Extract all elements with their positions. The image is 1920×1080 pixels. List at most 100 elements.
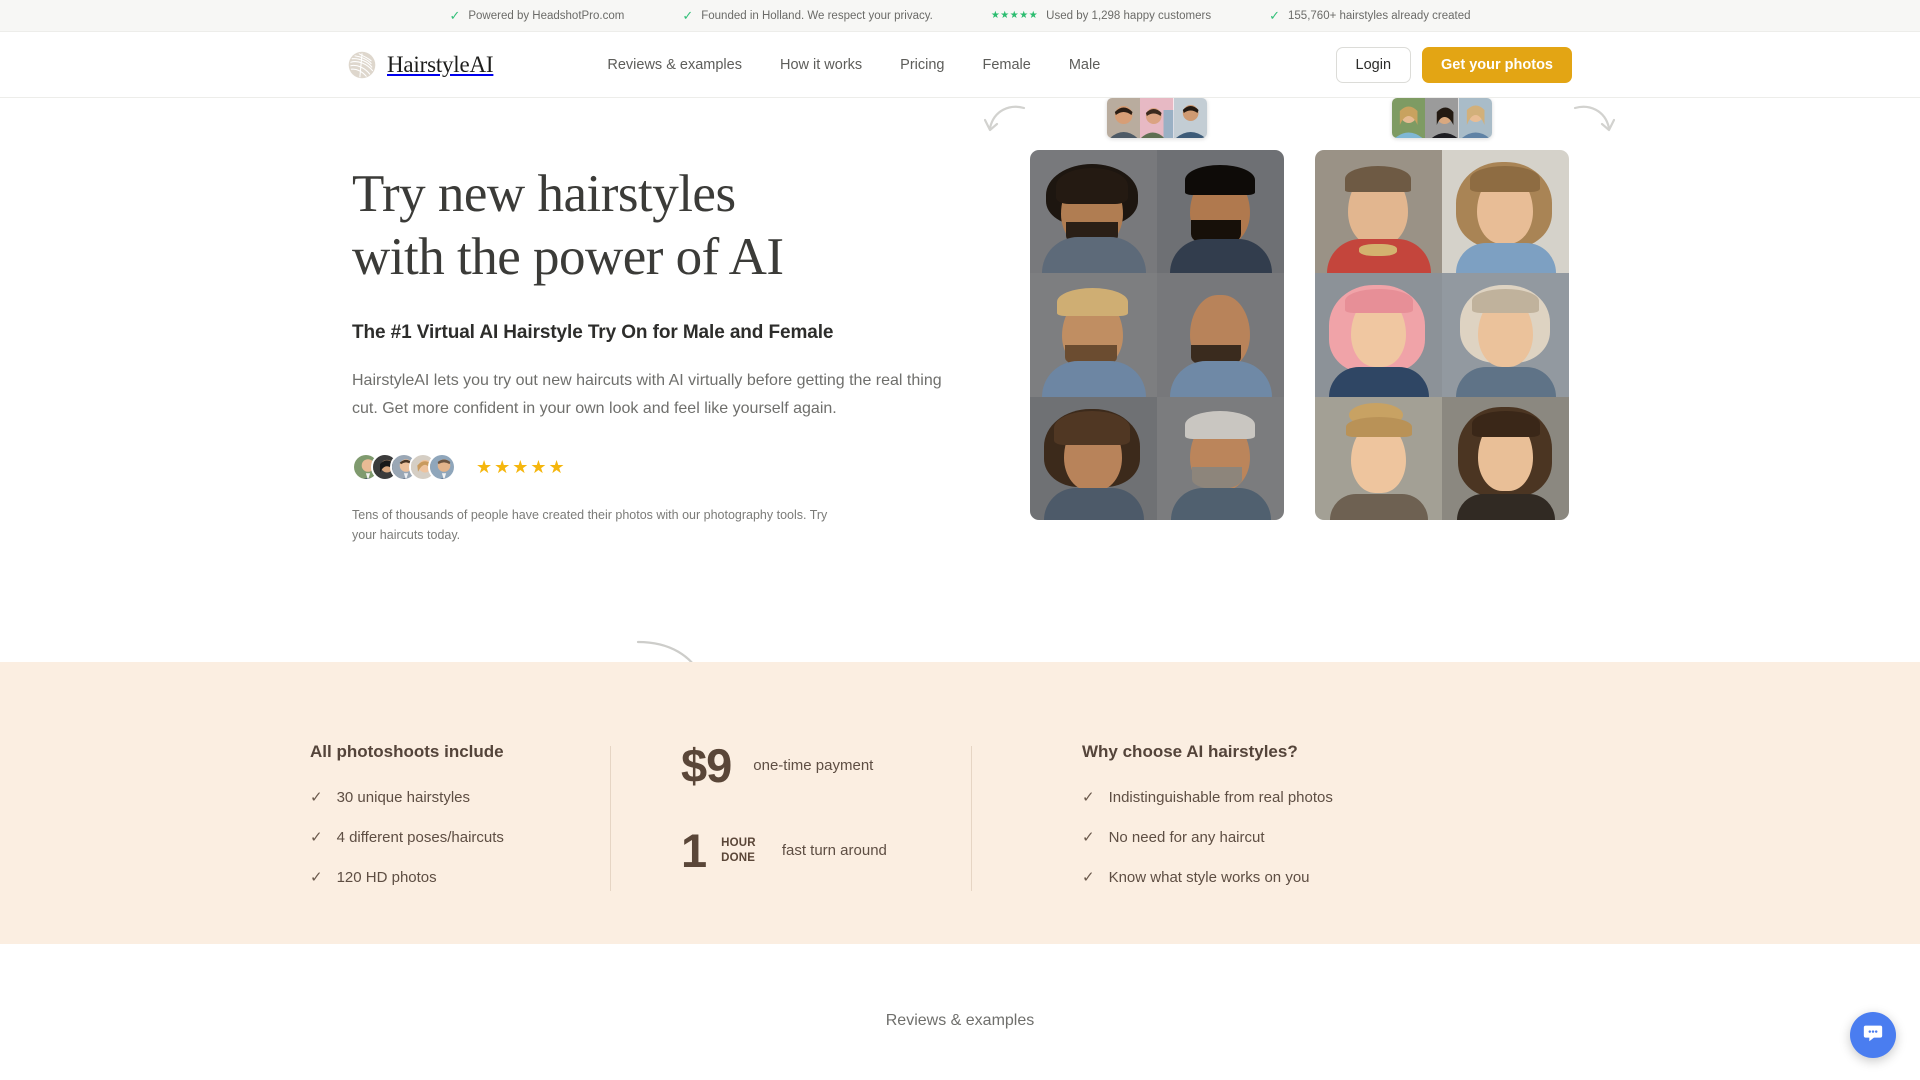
check-icon: ✓ (682, 8, 694, 23)
trust-item: ✓ Powered by HeadshotPro.com (449, 9, 624, 22)
hairstyle-photo[interactable] (1157, 273, 1284, 397)
feature-list-item: ✓ 30 unique hairstyles (310, 788, 610, 807)
trust-item-label: Used by 1,298 happy customers (1046, 9, 1212, 22)
nav-item-female[interactable]: Female (982, 57, 1030, 73)
hairstyle-photo[interactable] (1315, 273, 1442, 397)
trust-bar: ✓ Powered by HeadshotPro.com ✓ Founded i… (0, 0, 1920, 32)
why-choose-heading: Why choose AI hairstyles? (1082, 742, 1298, 761)
female-photo-grid[interactable] (1315, 150, 1569, 520)
rating-stars: ★★★★★ (476, 456, 567, 477)
hero-note-text: Tens of thousands of people have created… (352, 508, 828, 543)
header-actions: Login Get your photos (1335, 46, 1572, 83)
feature-label: 4 different poses/haircuts (336, 828, 504, 846)
trust-item: ✓ Founded in Holland. We respect your pr… (682, 9, 933, 22)
pricing-column: $9 one-time payment 1 HOUR DONE fast tur… (611, 742, 971, 874)
check-icon: ✓ (1082, 869, 1095, 886)
feature-list-item: ✓ Indistinguishable from real photos (1082, 788, 1392, 807)
hero-heading-line-1: Try new hairstyles (352, 165, 736, 223)
check-icon: ✓ (1082, 829, 1095, 846)
nav-item-male[interactable]: Male (1069, 57, 1100, 73)
hairstyle-photo[interactable] (1442, 396, 1569, 520)
feature-list-item: ✓ 120 HD photos (310, 868, 610, 887)
turnaround-row: 1 HOUR DONE fast turn around (681, 827, 971, 874)
feature-list-item: ✓ Know what style works on you (1082, 868, 1392, 887)
check-icon: ✓ (310, 789, 323, 806)
chat-bubble-icon (1862, 1022, 1884, 1049)
hero-copy: Try new hairstyles with the power of AI … (352, 163, 952, 545)
brand-logo-link[interactable]: HairstyleAI (348, 51, 494, 79)
photoshoot-includes-column: All photoshoots include ✓ 30 unique hair… (310, 742, 610, 908)
female-hairstyle-grid (1315, 98, 1616, 520)
feature-label: Know what style works on you (1108, 868, 1310, 886)
feature-label: No need for any haircut (1108, 828, 1265, 846)
site-header: HairstyleAI Reviews & examples How it wo… (0, 32, 1920, 98)
hairstyle-photo[interactable] (1030, 396, 1157, 520)
page-title: Try new hairstyles with the power of AI (352, 163, 952, 289)
thumbnail (1425, 98, 1459, 138)
reviews-section-title: Reviews & examples (885, 1012, 1035, 1029)
login-button[interactable]: Login (1335, 46, 1412, 83)
curve-arrow-left-icon (983, 102, 1028, 136)
curved-arrow-icon (630, 628, 740, 662)
thumbnail (1173, 98, 1207, 138)
trust-item: ★★★★★ Used by 1,298 happy customers (991, 10, 1211, 22)
hair-swirl-logo-icon (348, 51, 376, 79)
check-icon: ✓ (1082, 789, 1095, 806)
trust-item-label: Founded in Holland. We respect your priv… (701, 9, 933, 22)
feature-label: Indistinguishable from real photos (1108, 788, 1333, 806)
thumbnail (1458, 98, 1492, 138)
hero-body-text: HairstyleAI lets you try out new haircut… (352, 372, 942, 417)
hairstyle-photo[interactable] (1157, 396, 1284, 520)
hairstyle-photo[interactable] (1315, 150, 1442, 274)
price-label: one-time payment (753, 757, 874, 774)
hero-gallery (983, 98, 1620, 662)
nav-item-reviews[interactable]: Reviews & examples (607, 57, 742, 73)
turnaround-unit-line-1: HOUR (721, 837, 756, 850)
hero-section: Try new hairstyles with the power of AI … (0, 98, 1920, 662)
turnaround-label: fast turn around (781, 842, 887, 859)
brand-name: HairstyleAI (387, 51, 494, 77)
main-nav: Reviews & examples How it works Pricing … (607, 57, 1100, 73)
thumbnail (1107, 98, 1141, 138)
curve-arrow-right-icon (1571, 102, 1616, 136)
hero-heading-line-2: with the power of AI (352, 228, 784, 287)
check-icon: ✓ (449, 8, 461, 23)
hairstyle-photo[interactable] (1442, 273, 1569, 397)
stars-icon: ★★★★★ (990, 10, 1039, 21)
hero-subheading: The #1 Virtual AI Hairstyle Try On for M… (352, 322, 834, 344)
why-choose-column: Why choose AI hairstyles? ✓ Indistinguis… (972, 742, 1392, 908)
price-amount: $9 (681, 739, 732, 792)
feature-band: All photoshoots include ✓ 30 unique hair… (0, 662, 1920, 944)
trust-item-label: Powered by HeadshotPro.com (468, 9, 625, 22)
feature-label: 120 HD photos (336, 868, 437, 886)
price-row: $9 one-time payment (681, 742, 971, 789)
check-icon: ✓ (1269, 8, 1281, 23)
female-thumbnail-strip[interactable] (1392, 98, 1492, 138)
turnaround-unit-line-2: DONE (721, 851, 756, 864)
check-icon: ✓ (310, 829, 323, 846)
get-your-photos-button[interactable]: Get your photos (1422, 46, 1572, 83)
trust-item-label: 155,760+ hairstyles already created (1288, 9, 1471, 22)
chat-widget-button[interactable] (1850, 1012, 1896, 1058)
avatar-group (352, 453, 456, 482)
male-photo-grid[interactable] (1030, 150, 1284, 520)
feature-list-item: ✓ 4 different poses/haircuts (310, 828, 610, 847)
male-hairstyle-grid (983, 98, 1284, 520)
turnaround-unit: HOUR DONE (721, 836, 756, 864)
nav-item-pricing[interactable]: Pricing (900, 57, 944, 73)
trust-item: ✓ 155,760+ hairstyles already created (1269, 9, 1470, 22)
thumbnail (1140, 98, 1174, 138)
bottom-section: Reviews & examples (0, 944, 1920, 1080)
nav-item-how-it-works[interactable]: How it works (780, 57, 862, 73)
check-icon: ✓ (310, 869, 323, 886)
hairstyle-photo[interactable] (1442, 150, 1569, 274)
feature-list-item: ✓ No need for any haircut (1082, 828, 1392, 847)
male-thumbnail-strip[interactable] (1107, 98, 1207, 138)
hairstyle-photo[interactable] (1030, 150, 1157, 274)
avatar (428, 453, 456, 482)
hairstyle-photo[interactable] (1030, 273, 1157, 397)
hairstyle-photo[interactable] (1157, 150, 1284, 274)
feature-label: 30 unique hairstyles (336, 788, 470, 806)
hairstyle-photo[interactable] (1315, 396, 1442, 520)
photoshoot-includes-heading: All photoshoots include (310, 742, 504, 761)
